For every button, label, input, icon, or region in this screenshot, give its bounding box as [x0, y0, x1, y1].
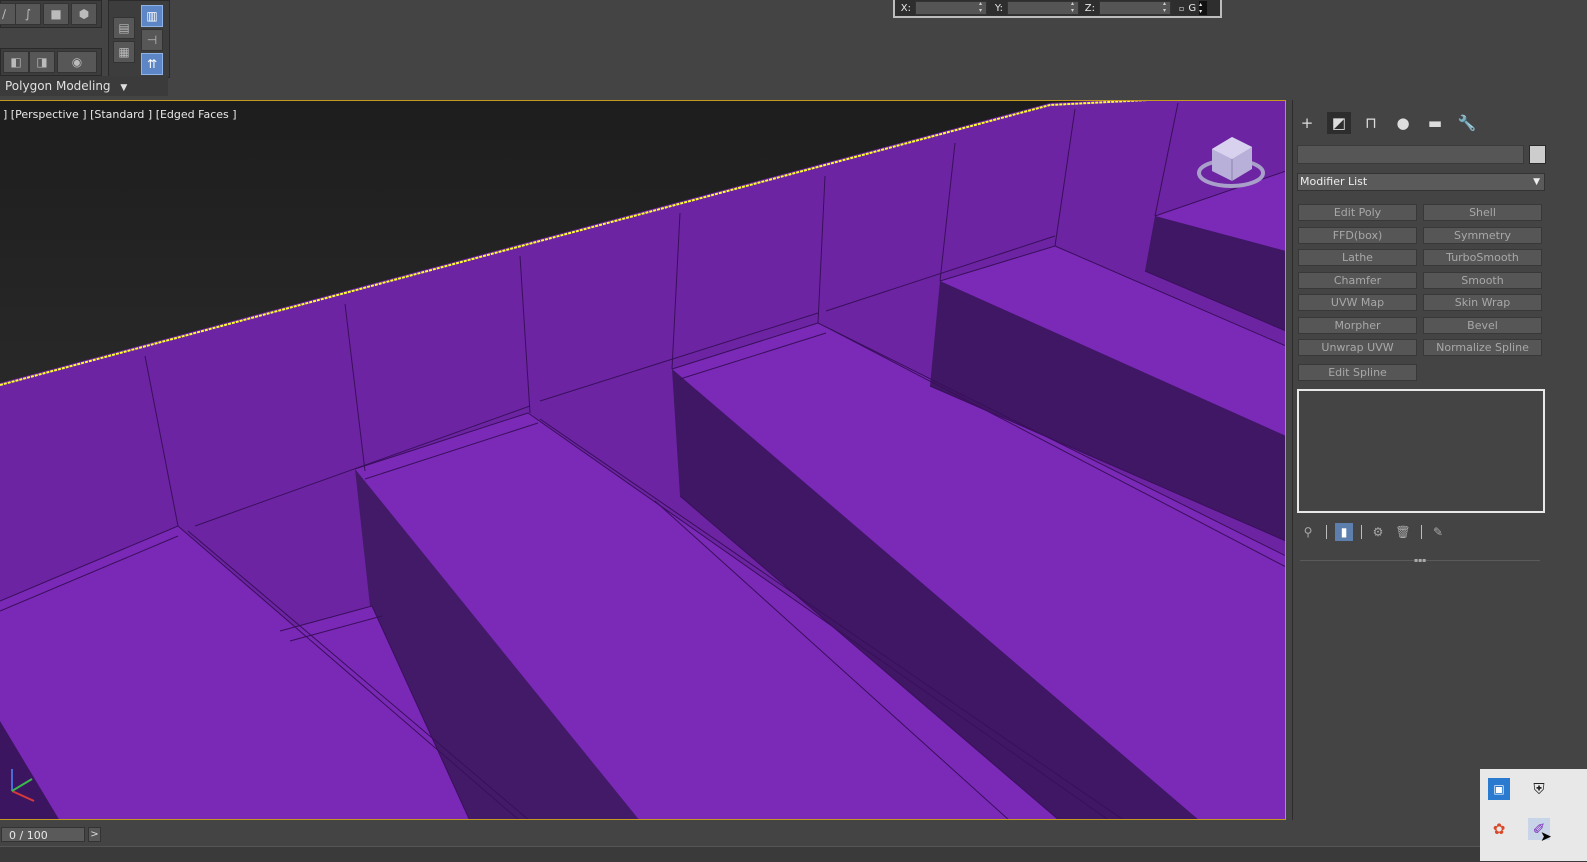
spinner-icon[interactable]: ▴ ▾ — [1199, 1, 1208, 15]
modifier-button-chamfer[interactable]: Chamfer — [1298, 271, 1417, 289]
z-label: Z: — [1084, 2, 1095, 14]
hierarchy-tab-icon[interactable]: ⊓ — [1359, 112, 1383, 134]
next-frame-button[interactable]: > — [88, 827, 101, 842]
rollout-handle-icon[interactable]: ▪▪▪ — [1414, 557, 1428, 564]
utilities-tab-icon[interactable]: 🔧 — [1455, 112, 1479, 134]
modifier-stack[interactable] — [1297, 389, 1545, 513]
polygon-icon[interactable]: ◧ — [3, 51, 29, 73]
lock-icon[interactable]: ▫ — [1179, 4, 1184, 13]
sphere-icon[interactable]: ⬢ — [71, 3, 97, 25]
pin-icon[interactable]: ⇈ — [141, 53, 163, 75]
modifier-button-edit-spline[interactable]: Edit Spline — [1298, 363, 1417, 381]
configure-sets-icon[interactable]: ✎ — [1429, 523, 1447, 541]
ribbon-toggle-group: ▤ ▥ ⊣ ▦ ⇈ — [108, 0, 170, 78]
modifier-button-smooth[interactable]: Smooth — [1423, 271, 1542, 289]
make-unique-icon[interactable]: ⚙ — [1369, 523, 1387, 541]
remove-modifier-icon[interactable]: 🗑 — [1394, 523, 1412, 541]
object-color-swatch[interactable] — [1529, 145, 1546, 164]
network-icon[interactable]: ▣ — [1488, 778, 1510, 800]
modifier-button-shell[interactable]: Shell — [1423, 204, 1542, 221]
x-field[interactable] — [915, 0, 987, 15]
security-warning-icon[interactable]: ⛨ — [1528, 778, 1550, 800]
pin-stack-icon[interactable]: ⚲ — [1299, 523, 1317, 541]
modifier-button-lathe[interactable]: Lathe — [1298, 249, 1417, 266]
mouse-cursor-icon: ➤ — [1540, 829, 1552, 845]
show-end-result-icon[interactable]: ▮ — [1335, 523, 1353, 541]
chevron-down-icon: ▼ — [1533, 177, 1540, 187]
object-name-field[interactable] — [1297, 145, 1524, 164]
freeform-icon[interactable]: ◉ — [57, 51, 97, 73]
viewport-label[interactable]: ] [Perspective ] [Standard ] [Edged Face… — [3, 108, 237, 121]
motion-tab-icon[interactable]: ● — [1391, 112, 1415, 134]
system-tray-overflow: ▣ ⛨ ✿ ✐ ➤ — [1480, 769, 1587, 861]
panel-icon[interactable]: ▤ — [113, 17, 135, 39]
modifier-button-uvw-map[interactable]: UVW Map — [1298, 294, 1417, 311]
modifier-button-ffd-box-[interactable]: FFD(box) — [1298, 226, 1417, 244]
time-slider[interactable]: 0 / 100 — [1, 827, 85, 842]
dock-icon[interactable]: ⊣ — [141, 29, 163, 51]
color-app-icon[interactable]: ✿ — [1488, 818, 1510, 840]
selection-tools-group: ∕ ∫ ■ ⬢ — [0, 0, 102, 28]
y-label: Y: — [994, 2, 1003, 14]
modifier-button-unwrap-uvw[interactable]: Unwrap UVW — [1298, 339, 1417, 356]
y-field[interactable] — [1007, 0, 1079, 15]
z-field[interactable] — [1099, 0, 1171, 15]
viewport-scene — [0, 101, 1285, 819]
x-label: X: — [900, 2, 911, 14]
float-icon[interactable]: ▦ — [113, 41, 135, 63]
modifier-button-bevel[interactable]: Bevel — [1423, 316, 1542, 334]
modifier-button-morpher[interactable]: Morpher — [1298, 316, 1417, 334]
ribbon-mode-icon[interactable]: ▥ — [141, 5, 163, 27]
modifier-button-normalize-spline[interactable]: Normalize Spline — [1423, 339, 1542, 356]
g-label: G — [1188, 2, 1197, 14]
modifier-button-turbosmooth[interactable]: TurboSmooth — [1423, 249, 1542, 266]
ribbon-tab-label: Polygon Modeling — [5, 79, 111, 93]
command-panel-tabs: + ◩ ⊓ ● ▬ 🔧 — [1295, 112, 1479, 134]
perspective-viewport[interactable] — [0, 100, 1286, 820]
dropdown-arrow-icon: ▼ — [120, 83, 128, 93]
modify-tab-icon[interactable]: ◩ — [1327, 112, 1351, 134]
box-icon[interactable]: ■ — [43, 3, 69, 25]
timeline-track[interactable] — [0, 846, 1587, 862]
main-toolbar: ∕ ∫ ■ ⬢ ◧ ◨ ◉ ▤ ▥ ⊣ ▦ ⇈ Polygon Modeling… — [0, 0, 1587, 97]
create-tab-plus-icon[interactable]: + — [1295, 112, 1319, 134]
modifier-sets: Edit Poly Shell FFD(box) Symmetry Lathe Turbo… — [1298, 204, 1544, 384]
modifier-list-label: Modifier List — [1300, 175, 1368, 188]
transform-type-in: X: Y: Z: ▫ G ▴▾ — [893, 0, 1222, 18]
ribbon-tab-polygon-modeling[interactable]: Polygon Modeling ▼ — [0, 76, 168, 96]
modifier-button-symmetry[interactable]: Symmetry — [1423, 226, 1542, 244]
paint-select-icon[interactable]: ∫ — [15, 3, 41, 25]
display-tab-icon[interactable]: ▬ — [1423, 112, 1447, 134]
modeling-icon[interactable]: ◨ — [29, 51, 55, 73]
modifier-button-skin-wrap[interactable]: Skin Wrap — [1423, 294, 1542, 311]
graphite-tools-group: ◧ ◨ ◉ — [0, 48, 102, 76]
modifier-list-dropdown[interactable]: Modifier List ▼ — [1297, 173, 1545, 191]
modifier-button-edit-poly[interactable]: Edit Poly — [1298, 204, 1417, 221]
